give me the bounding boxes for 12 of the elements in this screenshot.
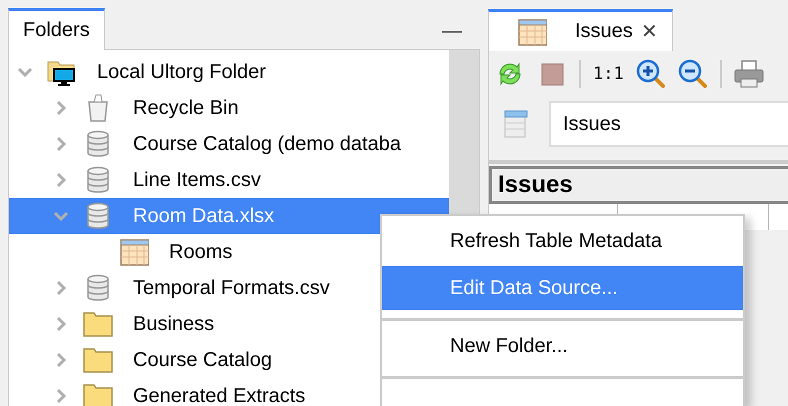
tree-item-label: Room Data.xlsx bbox=[133, 204, 274, 228]
tree-item-label: Recycle Bin bbox=[133, 96, 239, 120]
tree-item-label: Line Items.csv bbox=[133, 168, 261, 192]
tree-item-label: Business bbox=[133, 312, 214, 336]
tree-item-label: Course Catalog bbox=[133, 348, 272, 372]
tree-item-label: Course Catalog (demo databa bbox=[133, 132, 401, 156]
tree-item-label: Generated Extracts bbox=[133, 384, 306, 406]
tree-item-label: Local Ultorg Folder bbox=[97, 60, 266, 84]
tab-label: Issues bbox=[575, 20, 633, 43]
tree-item-label: Temporal Formats.csv bbox=[133, 276, 330, 300]
tree-item-label: Rooms bbox=[169, 240, 232, 264]
table-title: Issues bbox=[489, 166, 788, 204]
